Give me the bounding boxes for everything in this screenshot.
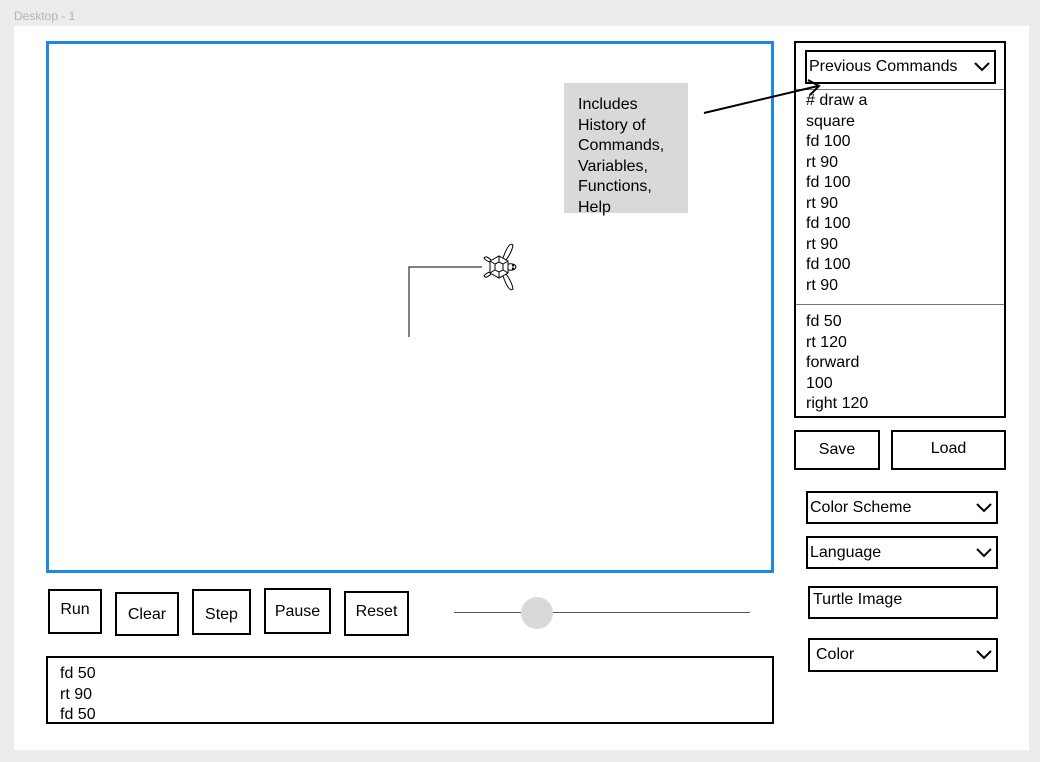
history-item[interactable]: right 120	[806, 394, 996, 415]
chevron-down-icon	[974, 62, 990, 72]
history-item[interactable]: fd 100	[806, 173, 996, 194]
history-item[interactable]: rt 90	[806, 235, 996, 256]
language-select[interactable]: Language	[806, 536, 998, 569]
history-item[interactable]: rt 90	[806, 194, 996, 215]
history-note: Includes History of Commands, Variables,…	[564, 83, 688, 216]
history-divider	[796, 89, 1004, 90]
turtle-icon	[483, 243, 517, 291]
history-item[interactable]: square	[806, 112, 996, 133]
console-line: rt 90	[60, 685, 93, 703]
history-divider	[796, 304, 1004, 305]
chevron-down-icon	[976, 547, 992, 557]
run-button[interactable]: Run	[48, 589, 102, 634]
color-scheme-label: Color Scheme	[810, 498, 912, 516]
previous-commands-label: Previous Commands	[809, 58, 958, 75]
clear-button[interactable]: Clear	[115, 592, 179, 636]
console-line: fd 50	[60, 706, 96, 723]
speed-slider-handle[interactable]	[520, 597, 553, 629]
color-label: Color	[816, 646, 855, 663]
history-item[interactable]: rt 120	[806, 333, 996, 354]
console-line: fd 50	[60, 665, 96, 682]
previous-commands-select[interactable]: Previous Commands	[805, 50, 996, 84]
history-item[interactable]: 100	[806, 374, 996, 395]
history-item[interactable]: fd 100	[806, 214, 996, 235]
history-item[interactable]: rt 90	[806, 153, 996, 174]
step-button[interactable]: Step	[192, 589, 251, 635]
turtle-image-field[interactable]: Turtle Image	[808, 586, 998, 619]
history-command-list[interactable]: fd 50 rt 120 forward 100 right 120	[806, 312, 996, 415]
language-label: Language	[810, 543, 882, 561]
pause-button[interactable]: Pause	[264, 588, 331, 634]
history-item[interactable]: fd 100	[806, 132, 996, 153]
history-item[interactable]: rt 90	[806, 276, 996, 297]
history-item[interactable]: # draw a	[806, 91, 996, 112]
color-select[interactable]: Color	[808, 638, 998, 672]
note-line: Functions,	[578, 178, 652, 195]
note-line: History of	[578, 116, 646, 134]
turtle-image-label: Turtle Image	[813, 591, 903, 608]
history-item[interactable]: forward	[806, 353, 996, 374]
turtle-path	[408, 266, 482, 337]
command-input[interactable]: fd 50 rt 90 fd 50	[46, 656, 774, 724]
history-item[interactable]: fd 100	[806, 255, 996, 276]
chevron-down-icon	[976, 650, 992, 660]
chevron-down-icon	[976, 502, 992, 512]
color-scheme-select[interactable]: Color Scheme	[806, 491, 998, 524]
frame-label: Desktop - 1	[14, 9, 76, 23]
note-line: Includes	[578, 96, 638, 113]
note-line: Help	[578, 198, 611, 216]
history-item[interactable]: fd 50	[806, 312, 996, 333]
reset-button[interactable]: Reset	[344, 591, 409, 636]
note-line: Commands,	[578, 137, 665, 154]
history-command-list[interactable]: # draw a square fd 100 rt 90 fd 100 rt 9…	[806, 91, 996, 296]
load-button[interactable]: Load	[891, 430, 1006, 470]
save-button[interactable]: Save	[794, 430, 880, 470]
speed-slider-track[interactable]	[454, 612, 750, 613]
note-line: Variables,	[578, 157, 648, 175]
